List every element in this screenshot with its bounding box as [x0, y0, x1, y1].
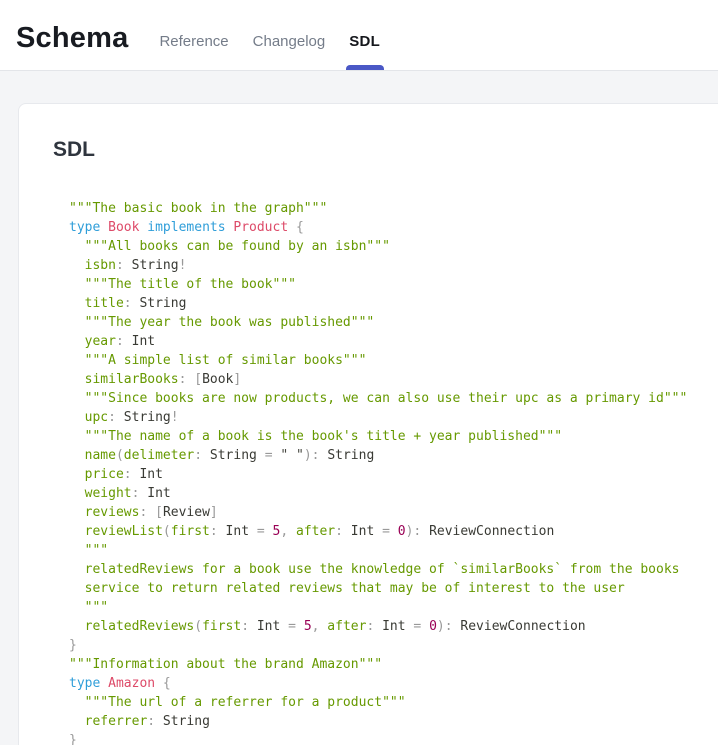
code-line: """A simple list of similar books""" — [69, 351, 718, 370]
code-line: """Since books are now products, we can … — [69, 389, 718, 408]
code-line: relatedReviews for a book use the knowle… — [69, 560, 718, 579]
tab-bar: Reference Changelog SDL — [159, 0, 380, 70]
code-line: year: Int — [69, 332, 718, 351]
code-line: """The url of a referrer for a product""… — [69, 693, 718, 712]
code-line: """The basic book in the graph""" — [69, 199, 718, 218]
code-line: weight: Int — [69, 484, 718, 503]
page-title: Schema — [16, 22, 128, 55]
main-content: SDL """The basic book in the graph"""typ… — [0, 71, 718, 745]
code-line: relatedReviews(first: Int = 5, after: In… — [69, 617, 718, 636]
code-line: """The name of a book is the book's titl… — [69, 427, 718, 446]
code-line: reviewList(first: Int = 5, after: Int = … — [69, 522, 718, 541]
tab-changelog[interactable]: Changelog — [253, 12, 326, 70]
card-heading: SDL — [53, 138, 718, 162]
sdl-card: SDL """The basic book in the graph"""typ… — [18, 103, 718, 745]
code-line: """ — [69, 598, 718, 617]
tab-sdl[interactable]: SDL — [349, 12, 380, 70]
code-line: """ — [69, 541, 718, 560]
code-line: reviews: [Review] — [69, 503, 718, 522]
code-line: upc: String! — [69, 408, 718, 427]
page-header: Schema Reference Changelog SDL — [0, 0, 718, 71]
code-line: type Book implements Product { — [69, 218, 718, 237]
code-line: isbn: String! — [69, 256, 718, 275]
code-line: } — [69, 731, 718, 745]
code-line: price: Int — [69, 465, 718, 484]
sdl-code: """The basic book in the graph"""type Bo… — [69, 199, 718, 745]
active-tab-underline — [346, 65, 384, 70]
code-line: """Information about the brand Amazon""" — [69, 655, 718, 674]
code-line: similarBooks: [Book] — [69, 370, 718, 389]
code-line: title: String — [69, 294, 718, 313]
code-line: """The year the book was published""" — [69, 313, 718, 332]
tab-reference[interactable]: Reference — [159, 12, 228, 70]
code-line: """The title of the book""" — [69, 275, 718, 294]
code-line: """All books can be found by an isbn""" — [69, 237, 718, 256]
code-line: name(delimeter: String = " "): String — [69, 446, 718, 465]
code-line: referrer: String — [69, 712, 718, 731]
code-line: type Amazon { — [69, 674, 718, 693]
code-line: } — [69, 636, 718, 655]
code-line: service to return related reviews that m… — [69, 579, 718, 598]
